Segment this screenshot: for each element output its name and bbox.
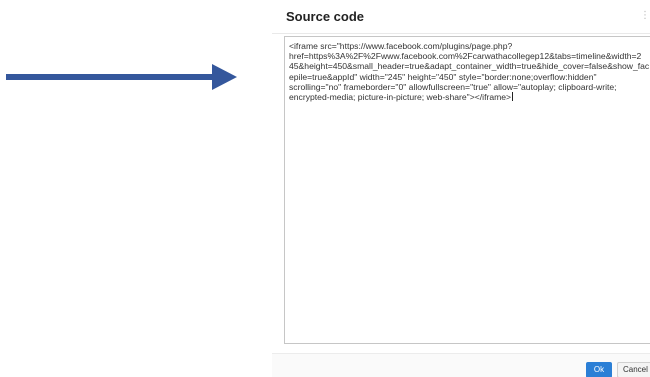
arrow-right-icon-top <box>6 64 237 90</box>
dialog-title: Source code <box>286 9 365 24</box>
code-line: href=https%3A%2F%2Fwww.facebook.com%2Fca… <box>289 51 642 62</box>
ok-button[interactable]: Ok <box>586 362 612 377</box>
code-line: 45&height=450&small_header=true&adapt_co… <box>289 61 650 72</box>
code-line: <iframe src="https://www.facebook.com/pl… <box>289 41 513 51</box>
screenshot-canvas: Source code ⋮ <iframe src="https://www.f… <box>0 0 650 377</box>
header-divider <box>272 33 650 34</box>
source-code-text: <iframe src="https://www.facebook.com/pl… <box>289 41 650 102</box>
source-code-textarea[interactable]: <iframe src="https://www.facebook.com/pl… <box>284 36 650 344</box>
dialog-footer: Ok Cancel <box>272 353 650 377</box>
dialog-header: Source code ⋮ <box>272 0 650 34</box>
text-caret <box>512 92 514 102</box>
code-line: encrypted-media; picture-in-picture; web… <box>289 92 512 103</box>
source-code-dialog: Source code ⋮ <iframe src="https://www.f… <box>272 0 650 377</box>
cancel-button[interactable]: Cancel <box>617 362 650 377</box>
code-line: scrolling="no" frameborder="0" allowfull… <box>289 81 617 92</box>
close-icon[interactable]: ⋮ <box>640 10 650 22</box>
code-line: epile=true&appId" width="245" height="45… <box>289 71 597 82</box>
